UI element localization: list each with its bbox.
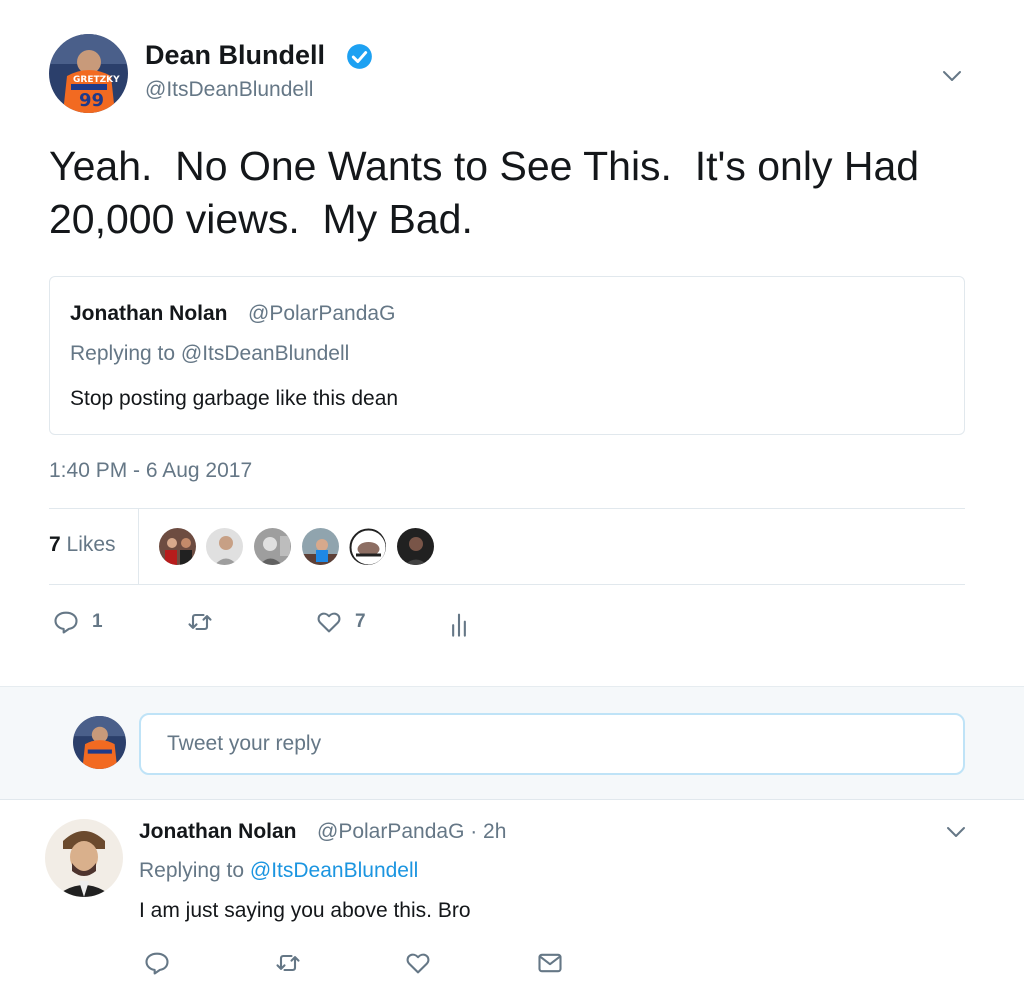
author-handle[interactable]: @ItsDeanBlundell — [145, 78, 313, 102]
divider — [138, 509, 139, 584]
reply-action[interactable]: 1 — [52, 608, 103, 636]
reply-author-avatar[interactable] — [45, 819, 123, 897]
heart-icon — [406, 953, 430, 974]
liker-avatar[interactable] — [396, 527, 435, 566]
quoted-author-name: Jonathan Nolan — [70, 302, 228, 325]
chevron-down-icon[interactable] — [944, 820, 968, 844]
reply-icon — [54, 611, 78, 634]
reply-replying-to: Replying to @ItsDeanBlundell — [139, 859, 418, 883]
reply-author-handle[interactable]: @PolarPandaG · 2h — [317, 820, 506, 844]
verified-badge-icon — [347, 44, 372, 69]
quoted-replying-to: Replying to @ItsDeanBlundell — [70, 342, 350, 365]
quoted-author-handle: @PolarPandaG — [248, 302, 396, 325]
reply-author-name[interactable]: Jonathan Nolan — [139, 820, 297, 844]
liker-avatar[interactable] — [348, 527, 387, 566]
user-avatar — [73, 716, 126, 769]
author-name[interactable]: Dean Blundell — [145, 40, 325, 71]
divider — [49, 584, 965, 585]
envelope-icon — [538, 953, 562, 973]
tweet-text: Yeah. No One Wants to See This. It's onl… — [49, 143, 931, 242]
reply-action[interactable] — [143, 949, 171, 977]
svg-text:GRETZKY: GRETZKY — [73, 75, 120, 85]
reply-icon — [145, 952, 169, 975]
replying-to-link[interactable]: @ItsDeanBlundell — [250, 859, 418, 882]
svg-text:99: 99 — [79, 90, 104, 111]
liker-avatar[interactable] — [158, 527, 197, 566]
quoted-tweet-text: Stop posting garbage like this dean — [70, 387, 399, 410]
divider — [49, 508, 965, 509]
retweet-action[interactable] — [186, 608, 214, 636]
liker-avatar[interactable] — [301, 527, 340, 566]
analytics-action[interactable] — [445, 610, 473, 638]
liker-avatar[interactable] — [205, 527, 244, 566]
reply-count: 1 — [92, 611, 103, 632]
like-action[interactable] — [404, 949, 432, 977]
reply-composer — [0, 686, 1024, 800]
direct-message-action[interactable] — [536, 949, 564, 977]
like-count: 7 — [355, 611, 366, 632]
retweet-icon — [276, 954, 300, 972]
likes-count[interactable]: 7 Likes — [49, 533, 116, 557]
like-action[interactable]: 7 — [315, 608, 366, 636]
retweet-action[interactable] — [274, 949, 302, 977]
tweet-timestamp[interactable]: 1:40 PM - 6 Aug 2017 — [49, 459, 252, 483]
quoted-tweet[interactable]: Jonathan Nolan @PolarPandaG Replying to … — [49, 276, 965, 435]
author-avatar[interactable]: GRETZKY 99 — [49, 34, 128, 113]
chevron-down-icon[interactable] — [940, 64, 964, 88]
reply-input[interactable] — [139, 713, 965, 775]
liker-avatar[interactable] — [253, 527, 292, 566]
heart-icon — [317, 612, 341, 633]
likes-label: Likes — [66, 533, 116, 556]
main-tweet: GRETZKY 99 Dean Blundell @ItsDeanBlundel… — [0, 0, 1024, 686]
likes-number: 7 — [49, 533, 61, 556]
reply-tweet: Jonathan Nolan @PolarPandaG · 2h Replyin… — [0, 800, 1024, 990]
analytics-icon — [452, 613, 466, 637]
retweet-icon — [188, 613, 212, 631]
reply-tweet-text: I am just saying you above this. Bro — [139, 899, 471, 922]
replying-to-label: Replying to — [139, 859, 245, 882]
